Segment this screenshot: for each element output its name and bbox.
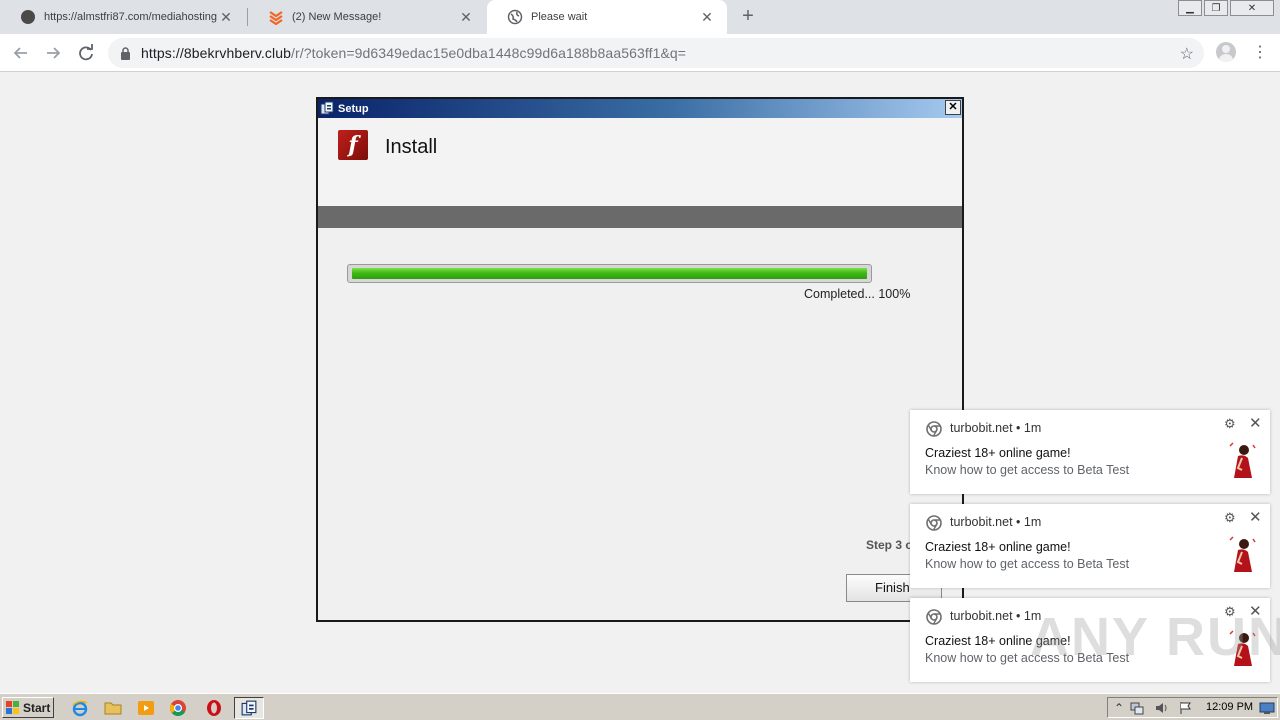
step-indicator: Step 3 o [866, 538, 913, 552]
tab-strip: https://almstfri87.com/mediahosting ✕ (2… [0, 0, 1280, 34]
ie-icon[interactable] [70, 698, 90, 718]
tab-title: https://almstfri87.com/mediahosting [44, 11, 218, 23]
window-close-icon[interactable]: ✕ [1230, 0, 1274, 16]
browser-toolbar: https://8bekrvhberv.club/r/?token=9d6349… [0, 34, 1280, 72]
window-controls: ▁ ❐ ✕ [1176, 0, 1274, 16]
progress-fill [352, 268, 867, 279]
tab-please-wait[interactable]: Please wait ✕ [487, 0, 727, 34]
chrome-icon [926, 421, 942, 437]
restore-icon[interactable]: ❐ [1204, 0, 1228, 16]
notification-image [1224, 442, 1258, 480]
notification[interactable]: turbobit.net • 1m ⚙ ✕ Craziest 18+ onlin… [910, 504, 1270, 588]
kebab-menu-icon[interactable]: ⋮ [1252, 42, 1268, 64]
stack-orange-icon [268, 9, 284, 25]
flash-logo-icon: f [338, 130, 368, 160]
url-text: https://8bekrvhberv.club/r/?token=9d6349… [141, 45, 686, 61]
folder-icon[interactable] [103, 698, 123, 718]
notification-body: Know how to get access to Beta Test [925, 557, 1130, 571]
reload-icon[interactable] [75, 42, 97, 64]
notification[interactable]: turbobit.net • 1m ⚙ ✕ Craziest 18+ onlin… [910, 410, 1270, 494]
dialog-heading: Install [385, 136, 438, 158]
gear-icon[interactable]: ⚙ [1224, 416, 1236, 432]
chrome-icon [926, 609, 942, 625]
action-center-flag-icon[interactable] [1178, 701, 1192, 715]
speaker-icon[interactable] [1154, 701, 1168, 715]
url-host: https://8bekrvhberv.club [141, 45, 291, 61]
dialog-header: f Install [318, 118, 962, 206]
new-tab-button[interactable]: + [738, 6, 758, 26]
tab-new-message[interactable]: (2) New Message! ✕ [248, 0, 486, 34]
header-divider-band [318, 206, 962, 228]
start-button[interactable]: Start [2, 697, 54, 718]
tab-almstfri87[interactable]: https://almstfri87.com/mediahosting ✕ [0, 0, 246, 34]
dialog-title-bar[interactable]: Setup ✕ [318, 99, 962, 118]
notification-source: turbobit.net • 1m [950, 421, 1042, 435]
globe-dark-icon [20, 9, 36, 25]
windows-flag-icon [6, 700, 20, 715]
close-icon[interactable]: ✕ [458, 9, 474, 26]
tab-title: (2) New Message! [292, 11, 382, 23]
notification-body: Know how to get access to Beta Test [925, 463, 1130, 477]
media-player-icon[interactable] [136, 698, 156, 718]
anyrun-watermark: ANY RUN [1030, 607, 1280, 667]
clock[interactable]: 12:09 PM [1206, 701, 1253, 713]
setup-dialog: Setup ✕ f Install Completed... 100% Step… [316, 97, 964, 622]
start-label: Start [23, 700, 51, 715]
tray-expand-icon[interactable]: ⌃ [1112, 701, 1126, 715]
install-progress-bar [347, 264, 872, 283]
close-icon[interactable]: ✕ [699, 9, 715, 26]
gear-icon[interactable]: ⚙ [1224, 510, 1236, 526]
chrome-icon [926, 515, 942, 531]
forward-arrow-icon[interactable] [42, 42, 64, 64]
setup-taskbar-button[interactable] [234, 697, 264, 719]
close-icon[interactable]: ✕ [1249, 414, 1262, 432]
opera-icon[interactable] [204, 698, 224, 718]
back-arrow-icon[interactable] [10, 42, 32, 64]
chrome-taskbar-icon[interactable] [168, 698, 188, 718]
notification-title: Craziest 18+ online game! [925, 540, 1071, 554]
lock-icon[interactable] [120, 46, 132, 60]
bookmark-star-icon[interactable]: ☆ [1180, 44, 1194, 64]
dialog-close-button[interactable]: ✕ [945, 100, 961, 115]
close-icon[interactable]: ✕ [218, 9, 234, 26]
notification-source: turbobit.net • 1m [950, 515, 1042, 529]
setup-app-icon [320, 101, 334, 115]
notification-source: turbobit.net • 1m [950, 609, 1042, 623]
close-icon[interactable]: ✕ [1249, 508, 1262, 526]
notification-title: Craziest 18+ online game! [925, 446, 1071, 460]
tab-title: Please wait [531, 11, 588, 23]
url-path: /r/?token=9d6349edac15e0dba1448c99d6a188… [291, 45, 687, 61]
show-desktop-icon[interactable] [1258, 698, 1276, 718]
globe-icon [507, 9, 523, 25]
address-bar[interactable]: https://8bekrvhberv.club/r/?token=9d6349… [108, 38, 1204, 68]
notification-image [1224, 536, 1258, 574]
network-icon[interactable] [1130, 701, 1144, 715]
windows-taskbar: Start ⌃ 12:09 PM [0, 693, 1280, 720]
profile-avatar-icon[interactable] [1216, 42, 1236, 62]
dialog-title: Setup [338, 102, 369, 115]
progress-text: Completed... 100% [804, 287, 911, 301]
system-tray: ⌃ 12:09 PM [1107, 697, 1278, 718]
minimize-icon[interactable]: ▁ [1178, 0, 1202, 16]
